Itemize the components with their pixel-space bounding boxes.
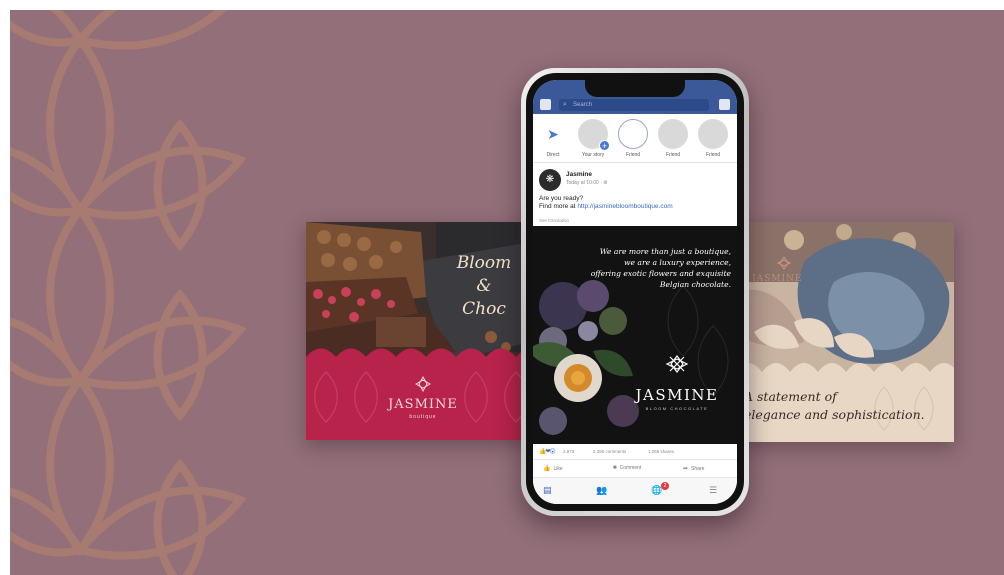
comment-button[interactable]: ■ Comment bbox=[613, 465, 641, 471]
leaf-pattern-decoration bbox=[10, 10, 247, 575]
news-feed-icon[interactable]: ▤ bbox=[543, 485, 552, 496]
quote-line: We are more than just a boutique, bbox=[599, 247, 731, 256]
left-card-brand-sub: boutique bbox=[409, 414, 437, 420]
story-your-story[interactable]: + Your story bbox=[575, 119, 611, 158]
bottom-nav: ▤ 👥 🌐 2 ☰ bbox=[533, 477, 737, 504]
presentation-canvas: Bloom & Choc JASMINE boutique JASMINE A … bbox=[10, 10, 1004, 575]
thumbs-up-icon: 👍 bbox=[543, 466, 551, 472]
reaction-icons: 👍❤😮 bbox=[539, 449, 556, 455]
story-bubble bbox=[658, 119, 688, 149]
search-input[interactable]: ⌕ Search bbox=[559, 99, 709, 111]
like-button[interactable]: 👍 Like bbox=[543, 465, 563, 472]
statement-line: A statement of bbox=[744, 389, 837, 404]
stories-row: ➤ Direct + Your story Friend Friend Frie… bbox=[533, 114, 737, 162]
post-link[interactable]: http://jasminebloomboutique.com bbox=[577, 203, 672, 210]
comment-label: Comment bbox=[619, 465, 642, 471]
post-header: ❋ Jasmine Today at 10:00 · ⚙ Are you rea… bbox=[533, 162, 737, 226]
reaction-count: 2,873 bbox=[563, 449, 575, 454]
story-friend[interactable]: Friend bbox=[695, 119, 731, 158]
left-card-tagline: Bloom & Choc bbox=[444, 252, 524, 321]
story-bubble: + bbox=[578, 119, 610, 151]
story-label: Friend bbox=[625, 152, 641, 158]
post-brand: JASMINE bbox=[635, 386, 719, 404]
post-text-line: Find more at http://jasminebloomboutique… bbox=[539, 203, 673, 211]
reactions-bar[interactable]: 👍❤😮 2,873 2,356 comments 1,056 shares bbox=[533, 444, 737, 459]
search-placeholder: Search bbox=[573, 102, 593, 108]
tagline-line: & bbox=[476, 276, 492, 296]
messenger-icon[interactable] bbox=[719, 99, 730, 110]
statement-line: elegance and sophistication. bbox=[744, 407, 925, 422]
post-actions: 👍 Like ■ Comment ➦ Share bbox=[533, 459, 737, 477]
post-quote: We are more than just a boutique, we are… bbox=[557, 246, 731, 290]
story-label: Your story bbox=[581, 152, 605, 158]
tagline-line: Bloom bbox=[456, 253, 512, 273]
right-card-brand: JASMINE bbox=[752, 274, 803, 284]
right-ad-card: JASMINE A statement of elegance and soph… bbox=[734, 222, 954, 442]
comment-icon: ■ bbox=[613, 465, 617, 471]
story-direct[interactable]: ➤ Direct bbox=[535, 119, 571, 158]
post-text-prefix: Find more at bbox=[539, 203, 576, 210]
comment-count[interactable]: 2,356 comments bbox=[593, 449, 626, 454]
share-icon: ➦ bbox=[683, 466, 689, 472]
phone-screen: ⌕ Search ➤ Direct + Your story Friend Fr… bbox=[533, 80, 737, 504]
send-icon: ➤ bbox=[538, 119, 568, 149]
phone-notch bbox=[585, 80, 685, 97]
post-text: Are you ready? Find more at http://jasmi… bbox=[539, 195, 673, 211]
share-button[interactable]: ➦ Share bbox=[683, 465, 704, 472]
tagline-line: Choc bbox=[462, 299, 506, 319]
quote-line: Belgian chocolate. bbox=[659, 280, 731, 289]
camera-icon[interactable] bbox=[540, 99, 551, 110]
right-card-statement: A statement of elegance and sophisticati… bbox=[744, 388, 949, 424]
post-image[interactable]: We are more than just a boutique, we are… bbox=[533, 226, 737, 444]
search-icon: ⌕ bbox=[563, 101, 567, 108]
share-count[interactable]: 1,056 shares bbox=[648, 449, 674, 454]
post-brand-sub: BLOOM CHOCOLATE bbox=[645, 406, 709, 411]
story-bubble bbox=[618, 119, 648, 149]
quote-line: we are a luxury experience, bbox=[624, 258, 731, 267]
left-ad-card: Bloom & Choc JASMINE boutique bbox=[306, 222, 531, 440]
post-author[interactable]: Jasmine bbox=[566, 171, 592, 178]
story-label: Friend bbox=[665, 152, 681, 158]
story-label: Direct bbox=[546, 152, 560, 158]
story-bubble bbox=[698, 119, 728, 149]
like-label: Like bbox=[553, 466, 563, 472]
post-time: Today at 10:00 · ⚙ bbox=[566, 180, 608, 186]
avatar[interactable]: ❋ bbox=[539, 169, 561, 191]
add-story-icon: + bbox=[599, 140, 610, 151]
story-friend[interactable]: Friend bbox=[615, 119, 651, 158]
phone-mockup: ⌕ Search ➤ Direct + Your story Friend Fr… bbox=[521, 68, 749, 516]
left-card-brand: JASMINE bbox=[388, 397, 458, 412]
quote-line: offering exotic flowers and exquisite bbox=[590, 269, 731, 278]
notification-badge: 2 bbox=[661, 482, 669, 490]
menu-icon[interactable]: ☰ bbox=[709, 485, 717, 496]
see-translation-link[interactable]: See translation bbox=[539, 218, 569, 223]
phone-bezel: ⌕ Search ➤ Direct + Your story Friend Fr… bbox=[526, 73, 744, 511]
post-text-line: Are you ready? bbox=[539, 195, 584, 202]
story-label: Friend bbox=[705, 152, 721, 158]
friends-icon[interactable]: 👥 bbox=[596, 485, 607, 496]
story-friend[interactable]: Friend bbox=[655, 119, 691, 158]
share-label: Share bbox=[691, 466, 705, 472]
